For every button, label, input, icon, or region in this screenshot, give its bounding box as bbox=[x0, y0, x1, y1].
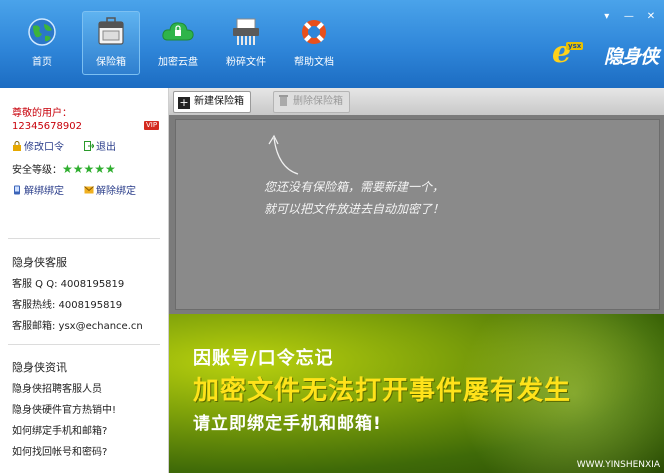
unbind-phone-link[interactable]: 解绑绑定 bbox=[12, 182, 64, 197]
news-item[interactable]: 隐身侠招聘客服人员 bbox=[12, 380, 102, 395]
lifebuoy-icon bbox=[302, 20, 326, 44]
shredder-icon bbox=[233, 18, 259, 45]
change-password-label: 修改口令 bbox=[24, 142, 64, 153]
news-item[interactable]: 如何找回帐号和密码? bbox=[12, 443, 107, 458]
safe-panel: + 新建保险箱 删除保险箱 您还没有保险箱，需要新建一个， 就可以把文件放进去自动… bbox=[169, 88, 664, 314]
nav-help-label: 帮助文档 bbox=[294, 57, 334, 68]
vip-badge: VIP bbox=[144, 121, 160, 130]
banner-url: WWW.YINSHENXIA bbox=[576, 460, 660, 470]
safe-toolbar: + 新建保险箱 删除保险箱 bbox=[169, 88, 664, 115]
close-button[interactable]: ✕ bbox=[644, 11, 658, 23]
promo-banner[interactable]: 因账号/口令忘记 加密文件无法打开事件屡有发生 请立即绑定手机和邮箱! WWW.… bbox=[169, 314, 664, 473]
cloud-icon bbox=[162, 22, 194, 41]
service-title: 隐身侠客服 bbox=[12, 256, 67, 269]
delete-safe-button[interactable]: 删除保险箱 bbox=[273, 91, 350, 113]
greeting: 尊敬的用户： bbox=[12, 108, 72, 119]
trash-icon bbox=[279, 95, 288, 106]
user-id: 12345678902 bbox=[12, 121, 82, 132]
logo-text: 隐身侠 bbox=[604, 46, 659, 68]
phone-icon bbox=[14, 185, 20, 195]
security-level-label: 安全等级： bbox=[12, 165, 62, 176]
new-safe-button[interactable]: + 新建保险箱 bbox=[173, 91, 251, 113]
banner-line-3: 请立即绑定手机和邮箱! bbox=[193, 414, 382, 434]
banner-line-2: 加密文件无法打开事件屡有发生 bbox=[193, 376, 572, 406]
unbind-email-label: 解除绑定 bbox=[96, 186, 136, 197]
top-toolbar: 首页 保险箱 加密云盘 粉碎文件 帮助文档 ▾ — ✕ e ysx 隐身侠 bbox=[0, 0, 664, 88]
nav-home-label: 首页 bbox=[32, 57, 52, 68]
hint-line-1: 您还没有保险箱，需要新建一个， bbox=[264, 180, 445, 194]
menu-dropdown-button[interactable]: ▾ bbox=[600, 11, 614, 23]
service-email: 客服邮箱: ysx@echance.cn bbox=[12, 321, 143, 332]
minimize-button[interactable]: — bbox=[622, 11, 636, 23]
banner-line-1: 因账号/口令忘记 bbox=[193, 348, 334, 369]
nav-safe[interactable]: 保险箱 bbox=[82, 11, 140, 75]
new-safe-label: 新建保险箱 bbox=[194, 96, 244, 107]
unbind-phone-label: 解绑绑定 bbox=[24, 186, 64, 197]
security-stars: ★★★★★ bbox=[62, 162, 116, 176]
exit-icon bbox=[84, 141, 94, 151]
window-controls: ▾ — ✕ bbox=[597, 4, 658, 22]
service-qq: 客服 Q Q: 4008195819 bbox=[12, 279, 125, 290]
hint-line-2: 就可以把文件放进去自动加密了！ bbox=[264, 202, 445, 216]
nav-safe-label: 保险箱 bbox=[96, 57, 126, 68]
divider bbox=[8, 344, 160, 345]
divider bbox=[8, 238, 160, 239]
nav-cloud-disk[interactable]: 加密云盘 bbox=[150, 12, 206, 74]
safe-icon bbox=[98, 17, 124, 45]
service-hotline: 客服热线: 4008195819 bbox=[12, 300, 123, 311]
plus-icon: + bbox=[178, 96, 190, 109]
empty-hint: 您还没有保险箱，需要新建一个， 就可以把文件放进去自动加密了！ bbox=[264, 176, 444, 220]
logout-link[interactable]: 退出 bbox=[84, 138, 116, 153]
news-item[interactable]: 如何绑定手机和邮箱? bbox=[12, 422, 107, 437]
nav-shred-label: 粉碎文件 bbox=[226, 57, 266, 68]
account-sidebar: 尊敬的用户： 12345678902 VIP 修改口令 退出 安全等级：★★★★… bbox=[0, 88, 169, 473]
unbind-email-link[interactable]: 解除绑定 bbox=[84, 182, 136, 197]
curved-arrow-icon bbox=[268, 134, 299, 175]
change-password-link[interactable]: 修改口令 bbox=[12, 138, 64, 153]
security-level: 安全等级：★★★★★ bbox=[12, 161, 116, 176]
nav-home[interactable]: 首页 bbox=[14, 12, 70, 74]
mail-icon bbox=[84, 186, 94, 194]
globe-icon bbox=[28, 18, 56, 46]
news-item[interactable]: 隐身侠硬件官方热销中! bbox=[12, 401, 116, 416]
nav-shred[interactable]: 粉碎文件 bbox=[218, 12, 274, 74]
lock-icon bbox=[13, 141, 21, 151]
brand-logo: e ysx 隐身侠 bbox=[552, 36, 664, 72]
news-title: 隐身侠资讯 bbox=[12, 361, 67, 374]
logout-label: 退出 bbox=[96, 142, 116, 153]
delete-safe-label: 删除保险箱 bbox=[293, 96, 343, 107]
nav-help[interactable]: 帮助文档 bbox=[286, 12, 342, 74]
safe-list-area: 您还没有保险箱，需要新建一个， 就可以把文件放进去自动加密了！ bbox=[175, 119, 660, 310]
nav-cloud-disk-label: 加密云盘 bbox=[158, 57, 198, 68]
logo-badge: ysx bbox=[566, 42, 584, 50]
